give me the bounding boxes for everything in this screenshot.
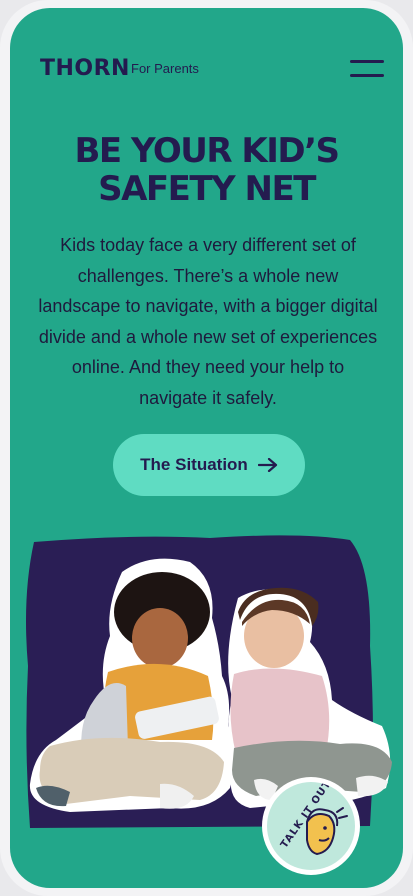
menu-bar-top <box>350 60 384 63</box>
hamburger-menu-icon[interactable] <box>350 60 384 82</box>
talk-it-out-badge[interactable]: TALK IT OUT <box>262 777 360 875</box>
intro-paragraph: Kids today face a very different set of … <box>38 235 378 408</box>
cta-label: The Situation <box>140 455 248 474</box>
site-header: THORN For Parents <box>10 8 403 118</box>
logo-tagline: For Parents <box>131 61 199 76</box>
menu-bar-bottom <box>350 74 384 77</box>
badge-inner-circle: TALK IT OUT <box>267 782 355 870</box>
arrow-right-icon <box>257 458 278 472</box>
device-frame: THORN For Parents BE YOUR KID’S SAFETY N… <box>0 0 413 896</box>
page-headline: BE YOUR KID’S SAFETY NET <box>10 132 403 208</box>
page-screen: THORN For Parents BE YOUR KID’S SAFETY N… <box>10 8 403 888</box>
face-doodle-icon <box>306 807 348 856</box>
headline-line-2: SAFETY NET <box>98 169 316 209</box>
the-situation-button[interactable]: The Situation <box>113 434 305 496</box>
headline-line-1: BE YOUR KID’S <box>74 131 340 171</box>
thorn-logo[interactable]: THORN <box>40 56 130 81</box>
